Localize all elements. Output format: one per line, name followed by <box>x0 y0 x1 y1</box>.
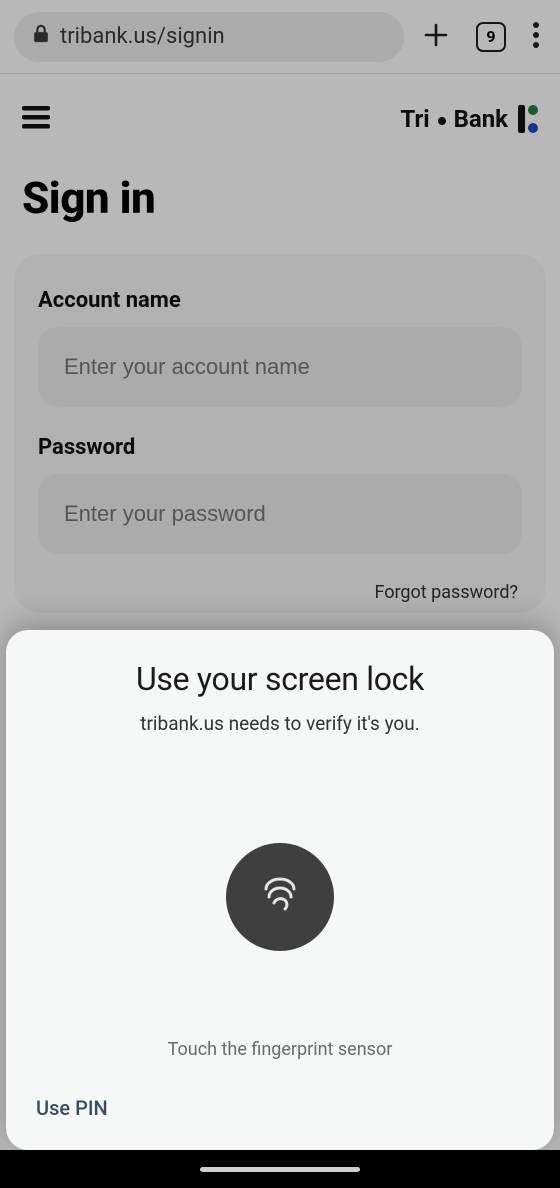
fingerprint-sensor-button[interactable] <box>226 843 334 951</box>
sheet-subtitle: tribank.us needs to verify it's you. <box>34 712 526 735</box>
fingerprint-area <box>34 735 526 1039</box>
use-pin-button[interactable]: Use PIN <box>34 1090 526 1126</box>
system-nav-bar <box>0 1150 560 1188</box>
sheet-title: Use your screen lock <box>34 660 526 698</box>
fingerprint-hint: Touch the fingerprint sensor <box>34 1039 526 1060</box>
screen-lock-sheet: Use your screen lock tribank.us needs to… <box>6 630 554 1150</box>
fingerprint-icon <box>254 869 306 925</box>
nav-handle-icon[interactable] <box>200 1167 360 1172</box>
